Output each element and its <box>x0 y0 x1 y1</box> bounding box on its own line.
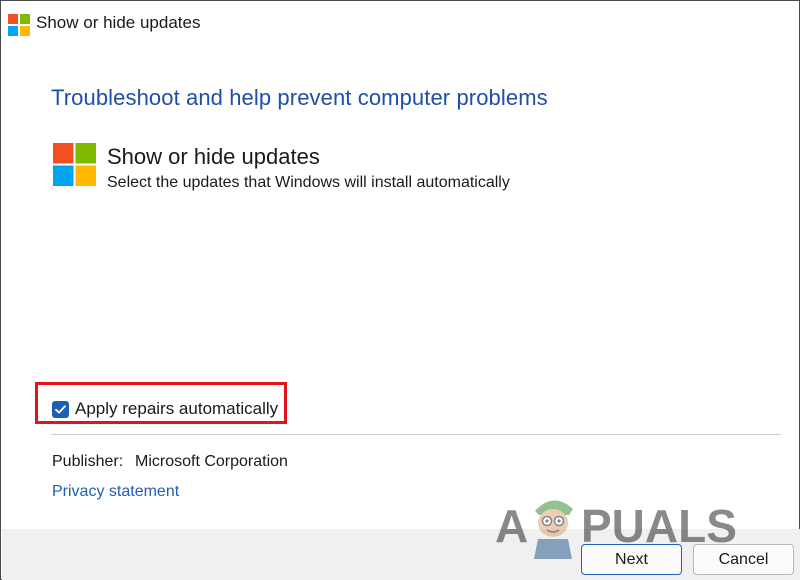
windows-logo-icon <box>8 14 30 36</box>
next-button[interactable]: Next <box>581 544 682 575</box>
dialog-window: Show or hide updates Troubleshoot and he… <box>0 0 800 580</box>
troubleshooter-logo-icon <box>53 143 96 186</box>
publisher-value: Microsoft Corporation <box>135 453 288 470</box>
title-bar[interactable]: Show or hide updates <box>1 1 799 49</box>
privacy-statement-link[interactable]: Privacy statement <box>52 483 179 501</box>
highlight-annotation-box <box>35 382 287 424</box>
watermark-text-left: A <box>495 500 529 552</box>
mascot-icon <box>534 500 573 559</box>
troubleshooter-title: Show or hide updates <box>107 144 320 169</box>
troubleshooter-description: Select the updates that Windows will ins… <box>107 174 510 191</box>
cancel-button[interactable]: Cancel <box>693 544 794 575</box>
divider <box>51 434 781 435</box>
publisher-label: Publisher: <box>52 453 124 470</box>
page-heading: Troubleshoot and help prevent computer p… <box>51 85 548 110</box>
window-title: Show or hide updates <box>36 13 201 32</box>
